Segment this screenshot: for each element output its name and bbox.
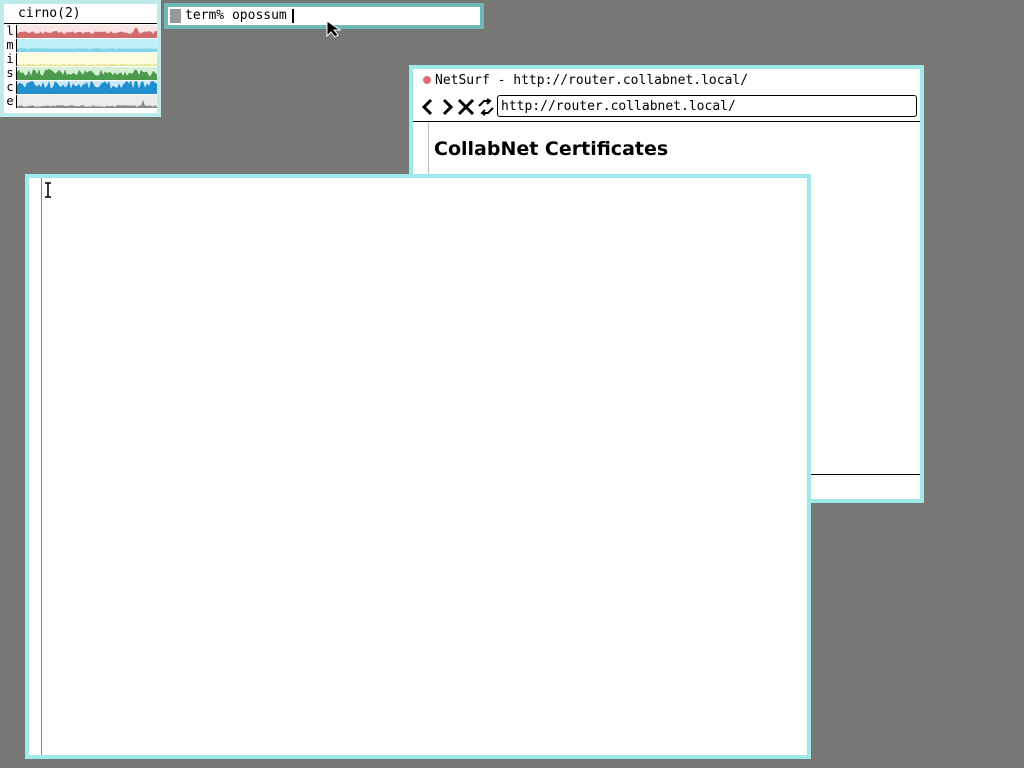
window-title: NetSurf - http://router.collabnet.local/	[435, 73, 749, 88]
interrupts-graph	[17, 53, 157, 66]
back-icon[interactable]	[419, 97, 437, 117]
scrollbar-track[interactable]	[41, 178, 42, 755]
syscalls-graph	[17, 67, 157, 80]
ethernet-graph	[17, 95, 157, 108]
stats-row: m	[4, 39, 157, 52]
terminal-prompt-text: term% opossum	[185, 8, 287, 23]
mouse-pointer-icon	[326, 20, 342, 38]
page-title: CollabNet Certificates	[434, 138, 669, 160]
stats-row: s	[4, 67, 157, 80]
empty-window[interactable]	[25, 174, 811, 759]
terminal-window[interactable]: term% opossum	[164, 3, 484, 29]
forward-icon[interactable]	[438, 97, 456, 117]
stats-row-label: e	[4, 95, 17, 108]
stats-row-label: s	[4, 67, 17, 80]
stats-row: i	[4, 53, 157, 66]
text-cursor-icon	[45, 182, 51, 198]
reload-icon[interactable]	[477, 97, 495, 117]
stats-row-label: m	[4, 39, 17, 52]
stats-row-label: c	[4, 81, 17, 94]
stats-row: l	[4, 25, 157, 38]
browser-toolbar	[413, 93, 920, 121]
stats-row: c	[4, 81, 157, 94]
load-graph	[17, 25, 157, 38]
netsurf-logo-icon	[423, 76, 431, 84]
memory-graph	[17, 39, 157, 52]
window-titlebar: NetSurf - http://router.collabnet.local/	[413, 69, 920, 93]
url-input[interactable]	[497, 95, 917, 117]
stop-icon[interactable]	[457, 97, 475, 117]
context-switch-graph	[17, 81, 157, 94]
stats-title: cirno(2)	[4, 4, 157, 24]
stats-row-label: l	[4, 25, 17, 38]
text-cursor	[292, 9, 294, 23]
stats-window[interactable]: cirno(2) l m i s c e	[0, 0, 161, 117]
stats-row-label: i	[4, 53, 17, 66]
stats-row: e	[4, 95, 157, 108]
scrollbar-thumb[interactable]	[170, 9, 181, 23]
